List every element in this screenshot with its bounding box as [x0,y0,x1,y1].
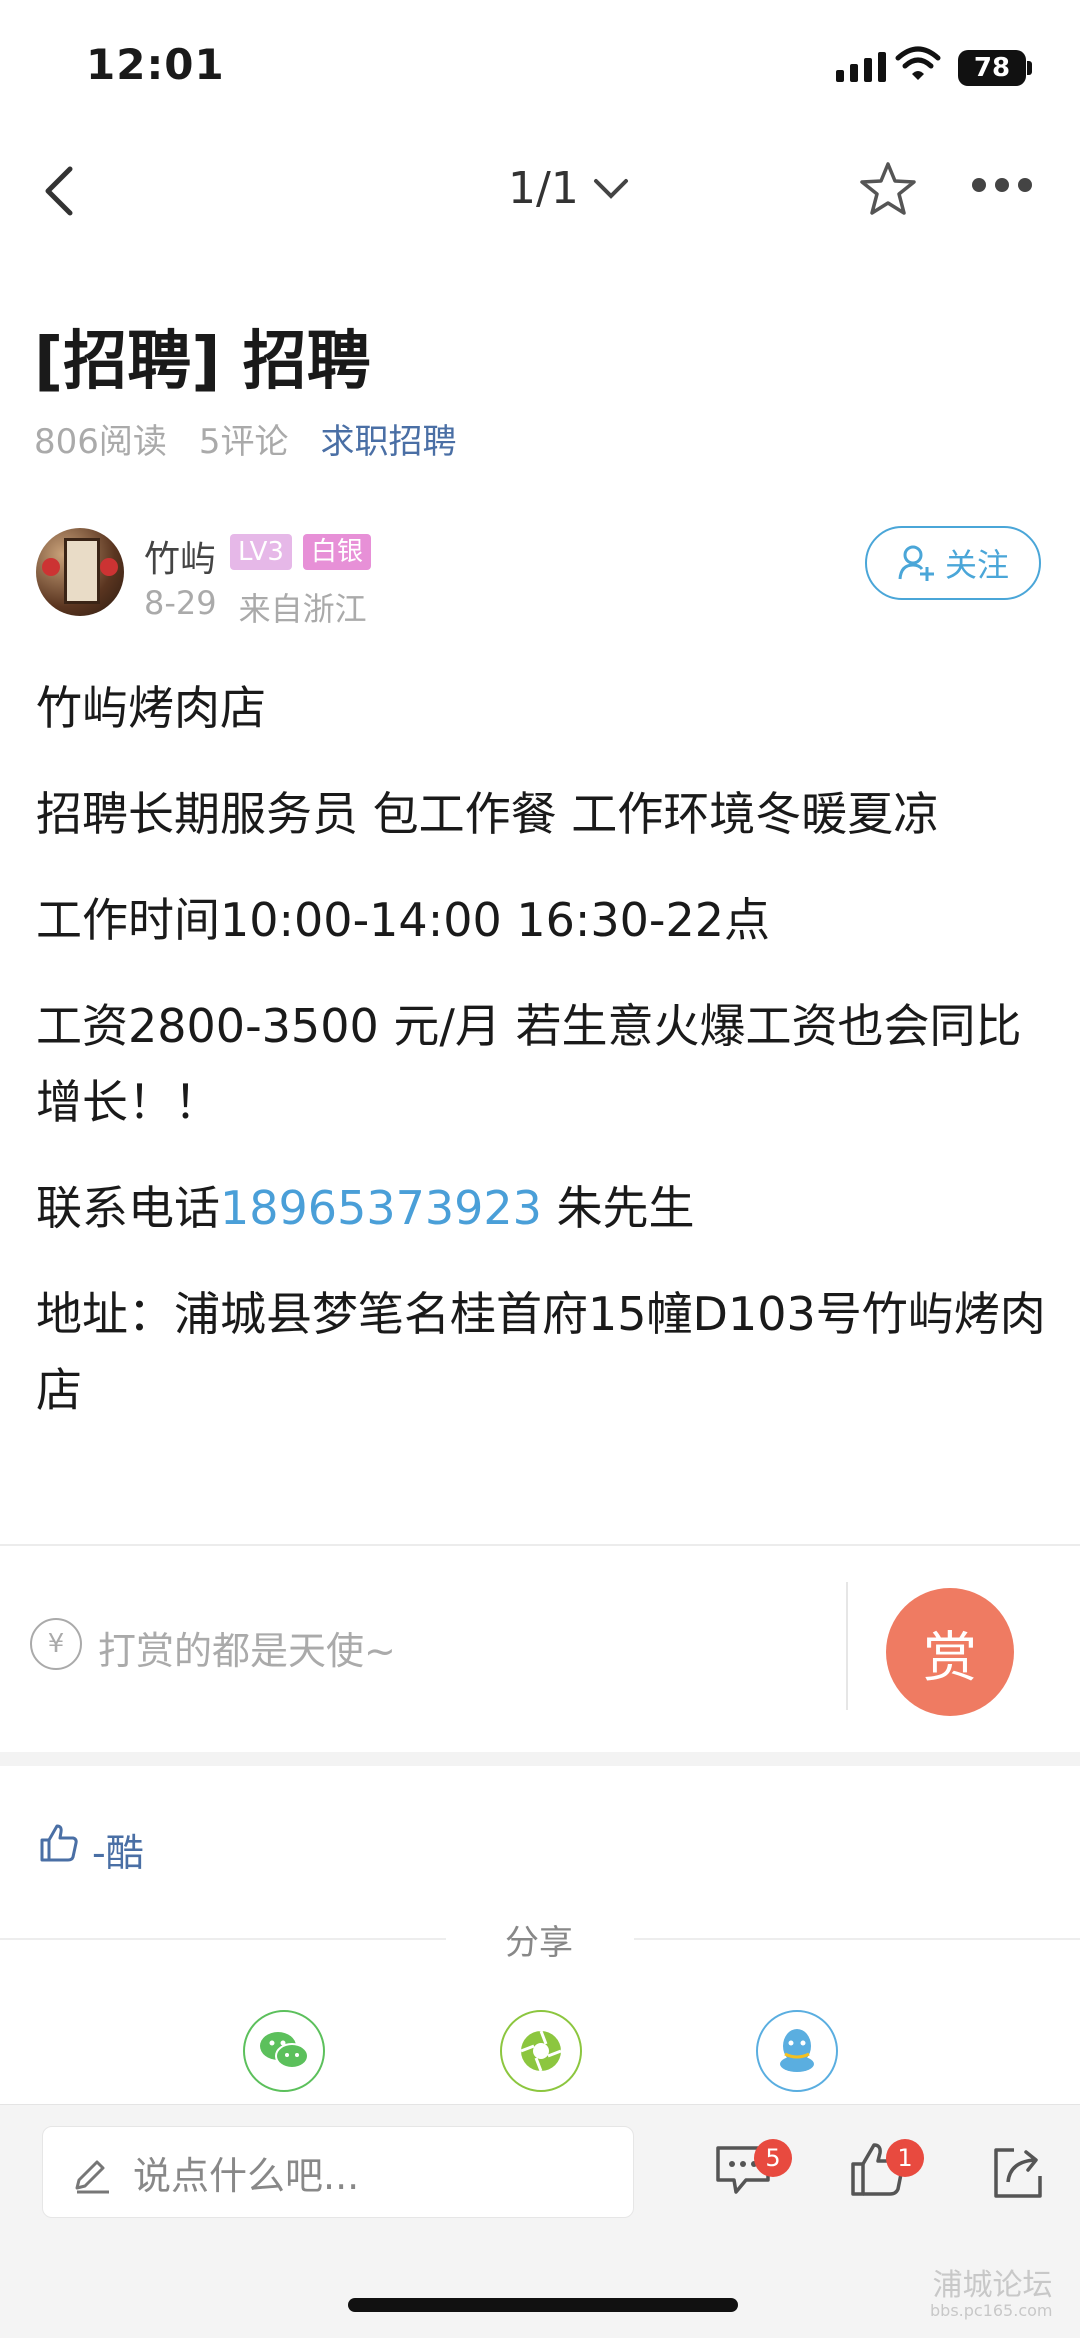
divider [634,1938,1080,1940]
page-indicator: 1/1 [508,163,579,214]
content-paragraph: 工资2800-3500 元/月 若生意火爆工资也会同比增长！！ [36,999,1022,1129]
qq-share-button[interactable] [756,2010,838,2092]
contact-label: 联系电话 [36,1181,220,1235]
post-date: 8-29 [144,584,217,622]
home-indicator [348,2298,738,2312]
battery-tip [1027,61,1032,75]
more-options-button[interactable] [972,178,1032,192]
author-name[interactable]: 竹屿 [144,530,216,582]
section-gap [0,1752,1080,1766]
post-meta: 806阅读 5评论 求职招聘 [34,414,457,463]
battery-icon: 78 [958,50,1026,86]
page-selector[interactable]: 1/1 [508,163,629,214]
post-content: 竹屿烤肉店 招聘长期服务员 包工作餐 工作环境冬暖夏凉 工作时间10:00-14… [36,670,1046,1458]
pencil-icon [75,2160,109,2194]
watermark: 浦城论坛 bbs.pc165.com [930,2270,1052,2320]
content-paragraph: 招聘长期服务员 包工作餐 工作环境冬暖夏凉 [36,787,940,841]
avatar[interactable] [36,528,124,616]
content-paragraph: 竹屿烤肉店 [36,681,266,735]
add-user-icon [898,545,934,581]
category-link[interactable]: 求职招聘 [321,414,457,463]
read-count: 806阅读 [34,422,167,462]
watermark-text: 浦城论坛 [932,2268,1053,2303]
share-icon [994,2148,1042,2198]
wifi-icon [895,46,941,86]
moments-share-button[interactable] [500,2010,582,2092]
comments-count-badge: 5 [754,2139,792,2177]
content-paragraph: 地址：浦城县梦笔名桂首府15幢D103号竹屿烤肉店 [36,1287,1046,1417]
yen-icon: ¥ [30,1618,82,1670]
author-meta: 8-29 来自浙江 [144,584,367,630]
reward-prompt: 打赏的都是天使~ [98,1629,396,1673]
phone-link[interactable]: 18965373923 [220,1181,542,1235]
share-title: 分享 [505,1923,573,1963]
comment-placeholder: 说点什么吧... [133,2153,360,2198]
content-paragraph: 联系电话18965373923 朱先生 [36,1170,1046,1246]
content-paragraph: 工作时间10:00-14:00 16:30-22点 [36,893,771,947]
chevron-down-icon [593,178,628,199]
divider [846,1582,848,1710]
comment-input[interactable]: 说点什么吧... [42,2126,634,2218]
follow-button[interactable]: 关注 [865,526,1041,600]
signal-icon [836,52,886,82]
liked-users[interactable]: -酷 [92,1822,144,1877]
likes-count-badge: 1 [886,2139,924,2177]
wechat-icon [260,2032,309,2069]
moments-icon [520,2030,562,2072]
divider [0,1544,1080,1546]
watermark-sub: bbs.pc165.com [930,2301,1053,2320]
divider [0,1938,446,1940]
back-button[interactable] [40,163,80,223]
comment-count: 5评论 [198,422,289,462]
contact-name: 朱先生 [541,1181,695,1235]
reward-button[interactable]: 赏 [886,1588,1014,1716]
follow-label: 关注 [944,546,1009,584]
share-button[interactable] [990,2144,1046,2204]
favorite-star-icon[interactable] [858,160,918,222]
post-title: [招聘] 招聘 [34,325,371,399]
thumbs-up-icon [38,1822,80,1868]
rank-badge: 白银 [303,534,372,570]
level-badge: LV3 [230,534,292,570]
status-time: 12:01 [86,40,225,89]
author-location: 来自浙江 [238,590,367,628]
qq-icon [780,2029,814,2072]
wechat-share-button[interactable] [243,2010,325,2092]
